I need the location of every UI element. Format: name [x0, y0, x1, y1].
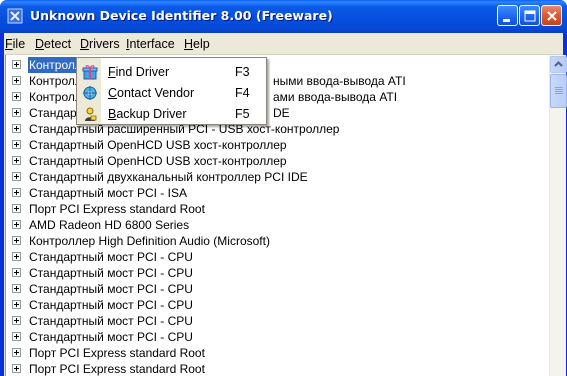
expand-icon[interactable]: [12, 364, 21, 373]
expand-icon[interactable]: [12, 156, 21, 165]
expand-icon[interactable]: [12, 268, 21, 277]
row-label-tail: ами ввода-вывода ATI: [273, 90, 398, 104]
device-row[interactable]: Стандартный OpenHCD USB хост-контроллер: [6, 137, 549, 153]
device-row[interactable]: Стандартный мост PCI - CPU: [6, 281, 549, 297]
menu-drivers[interactable]: Drivers: [80, 36, 120, 52]
gift-box-icon: [82, 65, 98, 80]
vertical-scrollbar[interactable]: [549, 55, 567, 376]
title-bar[interactable]: Unknown Device Identifier 8.00 (Freeware…: [0, 0, 567, 33]
expand-icon[interactable]: [12, 124, 21, 133]
app-window: Unknown Device Identifier 8.00 (Freeware…: [0, 0, 567, 376]
device-row[interactable]: Контроллер High Definition Audio (Micros…: [6, 233, 549, 249]
expand-icon[interactable]: [12, 172, 21, 181]
minimize-button[interactable]: [497, 5, 518, 26]
expand-icon[interactable]: [12, 188, 21, 197]
expand-icon[interactable]: [12, 332, 21, 341]
expand-icon[interactable]: [12, 108, 21, 117]
expand-icon[interactable]: [12, 140, 21, 149]
expand-icon[interactable]: [12, 284, 21, 293]
expand-icon[interactable]: [12, 252, 21, 261]
expand-icon[interactable]: [12, 348, 21, 357]
drivers-dropdown-menu: Find Driver F3 Contact Vendor F4 Backup …: [76, 57, 267, 125]
device-row[interactable]: Порт PCI Express standard Root: [6, 361, 549, 376]
expand-icon[interactable]: [12, 236, 21, 245]
expand-icon[interactable]: [12, 220, 21, 229]
shortcut-label: F5: [235, 107, 250, 121]
row-label-tail: ными ввода-вывода ATI: [273, 74, 406, 88]
minimize-icon: [503, 19, 510, 22]
device-row[interactable]: Стандартный мост PCI - CPU: [6, 313, 549, 329]
expand-icon[interactable]: [12, 316, 21, 325]
close-button[interactable]: [541, 5, 562, 26]
close-icon: [547, 11, 557, 21]
menu-bar: File Detect Drivers Interface Help: [4, 33, 563, 55]
menu-item-contact-vendor[interactable]: Contact Vendor F4: [77, 82, 266, 103]
network-icon: [83, 86, 97, 100]
device-row[interactable]: Стандартный мост PCI - CPU: [6, 249, 549, 265]
scroll-thumb[interactable]: [550, 74, 567, 108]
menu-detect[interactable]: Detect: [35, 36, 71, 52]
expand-icon[interactable]: [12, 76, 21, 85]
shortcut-label: F3: [235, 65, 250, 79]
expand-icon[interactable]: [12, 300, 21, 309]
device-row[interactable]: Стандартный OpenHCD USB хост-контроллер: [6, 153, 549, 169]
maximize-icon: [524, 10, 536, 22]
expand-icon[interactable]: [12, 204, 21, 213]
device-row[interactable]: Порт PCI Express standard Root: [6, 201, 549, 217]
menu-item-backup-driver[interactable]: Backup Driver F5: [77, 103, 266, 124]
device-row[interactable]: Стандартный мост PCI - ISA: [6, 185, 549, 201]
device-row[interactable]: Стандартный мост PCI - CPU: [6, 265, 549, 281]
device-row[interactable]: AMD Radeon HD 6800 Series: [6, 217, 549, 233]
menu-item-find-driver[interactable]: Find Driver F3: [77, 61, 266, 82]
expand-icon[interactable]: [12, 60, 21, 69]
chevron-up-icon: [554, 61, 563, 67]
window-title: Unknown Device Identifier 8.00 (Freeware…: [30, 8, 333, 23]
menu-help[interactable]: Help: [184, 36, 210, 52]
expand-icon[interactable]: [12, 92, 21, 101]
person-icon: [85, 107, 97, 121]
device-row[interactable]: Стандартный мост PCI - CPU: [6, 329, 549, 345]
device-row[interactable]: Порт PCI Express standard Root: [6, 345, 549, 361]
row-label-tail: DE: [273, 106, 290, 120]
app-logo-icon[interactable]: [7, 8, 23, 24]
shortcut-label: F4: [235, 86, 250, 100]
device-row[interactable]: Стандартный двухканальный контроллер PCI…: [6, 169, 549, 185]
menu-file[interactable]: File: [5, 36, 25, 52]
device-row[interactable]: Стандартный мост PCI - CPU: [6, 297, 549, 313]
menu-interface[interactable]: Interface: [126, 36, 175, 52]
maximize-button[interactable]: [519, 5, 540, 26]
scroll-up-button[interactable]: [550, 56, 567, 73]
